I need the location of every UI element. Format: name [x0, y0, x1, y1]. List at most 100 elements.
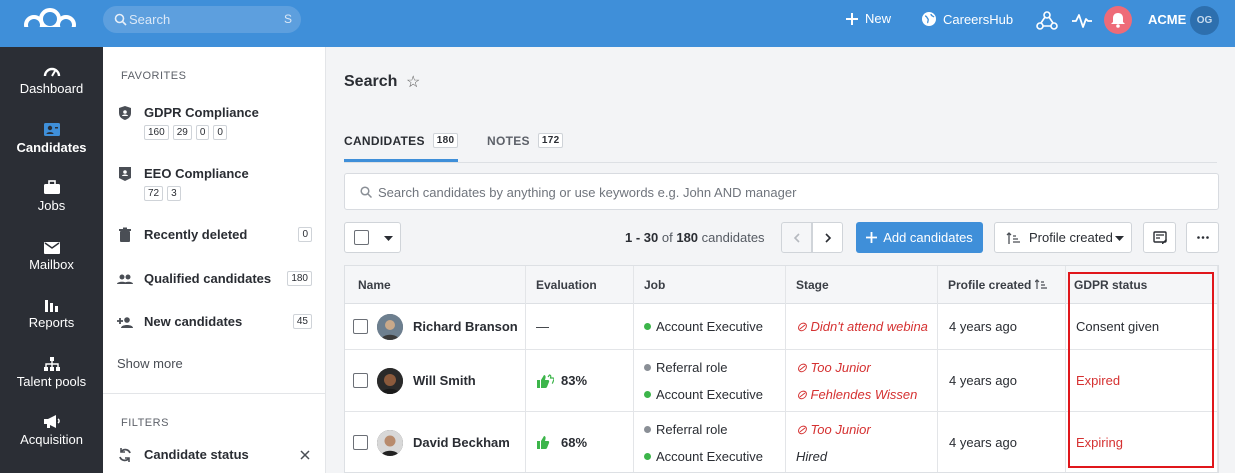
network-icon[interactable] — [1035, 9, 1059, 33]
col-job[interactable]: Job — [644, 278, 665, 292]
globe-icon — [922, 12, 936, 26]
nav-talent-pools[interactable]: Talent pools — [0, 353, 103, 389]
results-of: of — [661, 230, 673, 245]
search-icon — [114, 13, 127, 26]
show-more-link[interactable]: Show more — [117, 356, 183, 371]
logo-icon[interactable] — [24, 8, 76, 36]
favorite-gdpr-compliance[interactable]: GDPR Compliance 160 29 0 0 — [117, 105, 312, 141]
candidate-name[interactable]: David Beckham — [413, 435, 510, 450]
tab-candidates[interactable]: CANDIDATES 180 — [344, 133, 459, 148]
favorite-label: Recently deleted — [144, 227, 248, 242]
col-evaluation[interactable]: Evaluation — [536, 278, 597, 292]
results-range: 1 - 30 — [625, 230, 659, 245]
results-total: 180 — [676, 230, 699, 245]
nav-dashboard[interactable]: Dashboard — [0, 60, 103, 96]
job-item[interactable]: Account Executive — [644, 449, 763, 464]
job-item[interactable]: Account Executive — [644, 387, 763, 402]
nav-mailbox-label: Mailbox — [29, 257, 74, 272]
job-status-dot — [644, 364, 651, 371]
badge: 160 — [144, 125, 169, 140]
stage-label: Fehlendes Wissen — [810, 387, 918, 402]
favorite-label: New candidates — [144, 314, 243, 329]
columns-button[interactable] — [1143, 222, 1176, 253]
filters-title: FILTERS — [121, 417, 169, 429]
favorite-qualified-candidates[interactable]: Qualified candidates 180 — [117, 271, 312, 289]
job-label: Account Executive — [656, 449, 763, 464]
tab-label: NOTES — [487, 133, 530, 148]
star-icon[interactable]: ☆ — [406, 72, 420, 92]
new-label: New — [865, 11, 892, 26]
search-shortcut: S — [283, 12, 292, 26]
job-item[interactable]: Referral role — [644, 422, 728, 437]
nav-jobs[interactable]: Jobs — [0, 177, 103, 213]
tab-notes[interactable]: NOTES 172 — [487, 133, 564, 148]
sort-dropdown[interactable]: Profile created — [994, 222, 1132, 253]
nav-candidates[interactable]: Candidates — [0, 119, 103, 155]
add-candidates-button[interactable]: Add candidates — [856, 222, 983, 253]
candidate-search-input[interactable]: Search candidates by anything or use key… — [344, 173, 1219, 210]
notifications-button[interactable] — [1104, 6, 1132, 34]
activity-icon[interactable] — [1070, 9, 1094, 33]
col-name[interactable]: Name — [358, 278, 391, 292]
job-status-dot — [644, 426, 651, 433]
bell-icon — [1111, 13, 1125, 28]
job-item[interactable]: Referral role — [644, 360, 728, 375]
thumbs-up-icon — [537, 436, 550, 449]
favorite-label: Qualified candidates — [144, 271, 272, 286]
sort-icon[interactable] — [1035, 279, 1047, 290]
candidate-name[interactable]: Will Smith — [413, 373, 476, 388]
stage-item: Hired — [796, 449, 827, 464]
favorite-recently-deleted[interactable]: Recently deleted 0 — [117, 227, 312, 245]
ellipsis-icon — [1197, 236, 1209, 239]
avatar — [377, 368, 403, 394]
stage-item: ⊘ Too Junior — [796, 360, 871, 376]
shield-icon — [119, 106, 131, 120]
next-page-button[interactable] — [812, 222, 843, 253]
favorite-new-candidates[interactable]: New candidates 45 — [117, 314, 312, 332]
col-profile-created[interactable]: Profile created — [948, 278, 1031, 292]
row-checkbox[interactable] — [353, 435, 368, 450]
nav-reports[interactable]: Reports — [0, 294, 103, 330]
nav-jobs-label: Jobs — [37, 198, 66, 213]
stage-label: Hired — [796, 449, 828, 464]
bulk-select-dropdown[interactable] — [344, 222, 401, 253]
nav-mailbox[interactable]: Mailbox — [0, 236, 103, 272]
row-checkbox[interactable] — [353, 373, 368, 388]
chevron-right-icon — [825, 233, 832, 243]
close-icon[interactable] — [300, 450, 310, 460]
page-title: Search — [344, 73, 398, 90]
main-navigation: Dashboard Candidates Jobs Mailbox Report… — [0, 47, 103, 473]
careershub-button[interactable]: CareersHub — [921, 11, 1013, 27]
avatar — [377, 314, 403, 340]
favorite-eeo-compliance[interactable]: EEO Compliance 72 3 — [117, 166, 312, 202]
account-name[interactable]: ACME — [1148, 12, 1186, 27]
col-stage[interactable]: Stage — [796, 278, 829, 292]
results-word: candidates — [701, 230, 765, 245]
profile-created-value: 4 years ago — [949, 319, 1017, 334]
nav-acquisition-label: Acquisition — [20, 432, 83, 447]
top-bar: Search S New CareersHub ACME OG — [0, 0, 1235, 47]
badge: 0 — [213, 125, 227, 140]
more-options-button[interactable] — [1186, 222, 1219, 253]
job-label: Referral role — [656, 422, 728, 437]
stage-label: Didn't attend webina — [810, 319, 928, 334]
user-avatar[interactable]: OG — [1190, 6, 1219, 35]
divider — [103, 393, 325, 394]
contact-card-icon — [43, 123, 60, 136]
trash-icon — [119, 227, 131, 242]
disqualified-icon: ⊘ — [796, 360, 811, 375]
active-tab-indicator — [344, 159, 458, 162]
new-button[interactable]: New — [845, 11, 891, 26]
row-checkbox[interactable] — [353, 319, 368, 334]
nav-acquisition[interactable]: Acquisition — [0, 411, 103, 447]
prev-page-button[interactable] — [781, 222, 812, 253]
job-item[interactable]: Account Executive — [644, 319, 763, 334]
tab-count: 172 — [537, 133, 564, 148]
filter-candidate-status[interactable]: Candidate status — [117, 447, 312, 465]
caret-down-icon — [1115, 236, 1124, 241]
select-all-checkbox[interactable] — [354, 230, 369, 245]
favorite-count: 45 — [292, 314, 312, 329]
global-search-input[interactable]: Search S — [103, 6, 301, 33]
nav-reports-label: Reports — [28, 315, 75, 330]
candidate-name[interactable]: Richard Branson — [413, 319, 518, 334]
